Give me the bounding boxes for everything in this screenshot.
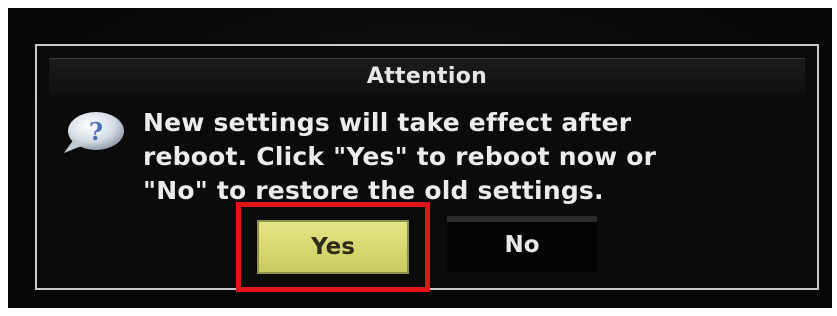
- svg-text:?: ?: [89, 117, 103, 146]
- attention-dialog: Attention ? New settings will take effec…: [35, 44, 819, 292]
- dialog-message: New settings will take effect after rebo…: [143, 108, 657, 205]
- dvr-screen: Attention ? New settings will take effec…: [8, 8, 832, 308]
- question-bubble-icon: ?: [64, 112, 124, 153]
- yes-button[interactable]: Yes: [257, 220, 409, 274]
- no-button[interactable]: No: [447, 216, 597, 272]
- dialog-title: Attention: [49, 58, 805, 95]
